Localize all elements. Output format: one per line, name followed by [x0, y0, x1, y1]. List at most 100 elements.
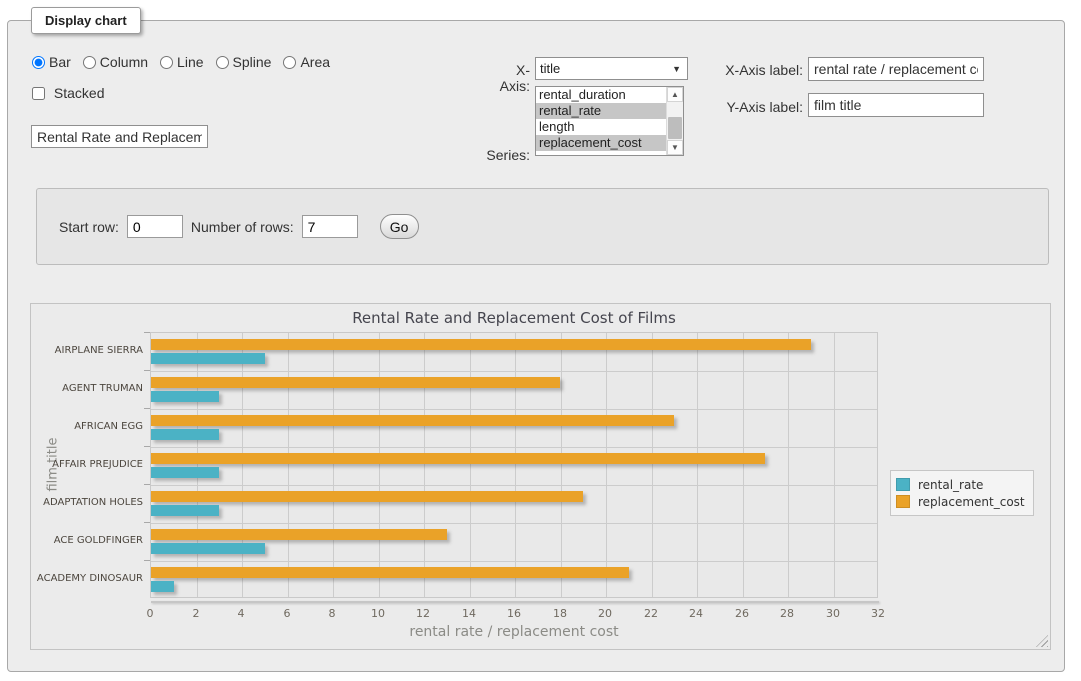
chart-type-radio-column[interactable]: Column — [83, 54, 148, 70]
x-axis-label-label: X-Axis label: — [723, 62, 803, 78]
bar-replacement-cost-3 — [151, 453, 765, 464]
gridline-vertical — [470, 333, 471, 597]
series-option-rental_duration[interactable]: rental_duration — [536, 87, 666, 103]
fieldset-legend: Display chart — [31, 7, 141, 34]
bar-rental-rate-5 — [151, 543, 265, 554]
y-tick-label: AFRICAN EGG — [35, 421, 143, 432]
bar-rental-rate-4 — [151, 505, 219, 516]
x-tick-label: 12 — [406, 607, 440, 620]
x-axis-line — [151, 601, 879, 603]
y-tick-label: AGENT TRUMAN — [35, 383, 143, 394]
x-tick-label: 16 — [497, 607, 531, 620]
bar-replacement-cost-5 — [151, 529, 447, 540]
x-tick-label: 2 — [179, 607, 213, 620]
gridline-horizontal — [151, 409, 877, 410]
x-tick-label: 10 — [361, 607, 395, 620]
x-tick-label: 26 — [725, 607, 759, 620]
scroll-down-icon[interactable]: ▼ — [667, 140, 683, 155]
x-tick-label: 20 — [588, 607, 622, 620]
gridline-vertical — [424, 333, 425, 597]
chart-x-axis-label: rental rate / replacement cost — [150, 624, 878, 640]
x-axis-select-label: X-Axis: — [488, 62, 530, 94]
scrollbar-track[interactable] — [667, 102, 683, 140]
x-tick-label: 22 — [634, 607, 668, 620]
gridline-vertical — [333, 333, 334, 597]
series-scrollbar[interactable]: ▲ ▼ — [666, 87, 683, 155]
legend-label: replacement_cost — [918, 495, 1025, 509]
x-tick-label: 24 — [679, 607, 713, 620]
go-button[interactable]: Go — [380, 214, 419, 239]
y-tick-mark — [144, 408, 150, 409]
gridline-vertical — [697, 333, 698, 597]
start-row-label: Start row: — [59, 219, 119, 235]
radio-area[interactable] — [283, 56, 296, 69]
y-tick-mark — [144, 484, 150, 485]
x-axis-select[interactable]: title ▼ — [535, 57, 688, 80]
chart-type-radio-group: Bar Column Line Spline Area — [32, 54, 338, 70]
stacked-checkbox[interactable] — [32, 87, 45, 100]
x-tick-label: 4 — [224, 607, 258, 620]
display-chart-fieldset: Display chart BarColumnLineSplineArea St… — [7, 20, 1065, 672]
gridline-vertical — [288, 333, 289, 597]
x-tick-label: 28 — [770, 607, 804, 620]
series-list-label: Series: — [466, 147, 530, 163]
chart-plot-area — [150, 332, 878, 598]
gridline-horizontal — [151, 447, 877, 448]
y-axis-label-input[interactable] — [808, 93, 984, 117]
y-tick-label: ADAPTATION HOLES — [35, 497, 143, 508]
chart-type-radio-bar[interactable]: Bar — [32, 54, 71, 70]
y-tick-mark — [144, 560, 150, 561]
chart-type-radio-area[interactable]: Area — [283, 54, 330, 70]
x-tick-label: 0 — [133, 607, 167, 620]
gridline-vertical — [606, 333, 607, 597]
chart-container: Rental Rate and Replacement Cost of Film… — [30, 303, 1051, 650]
start-row-input[interactable] — [127, 215, 183, 238]
y-tick-mark — [144, 370, 150, 371]
chart-type-radio-spline[interactable]: Spline — [216, 54, 272, 70]
scroll-up-icon[interactable]: ▲ — [667, 87, 683, 102]
x-tick-label: 18 — [543, 607, 577, 620]
resize-handle-icon[interactable] — [1036, 635, 1048, 647]
bar-rental-rate-3 — [151, 467, 219, 478]
series-option-replacement_cost[interactable]: replacement_cost — [536, 135, 666, 151]
bar-replacement-cost-6 — [151, 567, 629, 578]
y-axis-label-label: Y-Axis label: — [723, 99, 803, 115]
legend-item-rental_rate: rental_rate — [896, 476, 1025, 493]
bar-rental-rate-2 — [151, 429, 219, 440]
scrollbar-thumb[interactable] — [668, 117, 682, 139]
stacked-label[interactable]: Stacked — [54, 85, 105, 101]
radio-spline[interactable] — [216, 56, 229, 69]
x-axis-selected-value: title — [540, 61, 672, 76]
gridline-horizontal — [151, 561, 877, 562]
y-tick-mark — [144, 522, 150, 523]
series-option-rental_rate[interactable]: rental_rate — [536, 103, 666, 119]
y-tick-label: ACE GOLDFINGER — [35, 535, 143, 546]
x-tick-label: 6 — [270, 607, 304, 620]
radio-bar[interactable] — [32, 56, 45, 69]
bar-rental-rate-6 — [151, 581, 174, 592]
bar-rental-rate-0 — [151, 353, 265, 364]
gridline-horizontal — [151, 371, 877, 372]
chart-legend: rental_rate replacement_cost — [890, 470, 1034, 516]
legend-swatch-rental_rate — [896, 478, 910, 491]
gridline-vertical — [834, 333, 835, 597]
legend-label: rental_rate — [918, 478, 983, 492]
stacked-checkbox-row: Stacked — [32, 85, 104, 101]
chart-title-input[interactable] — [31, 125, 208, 148]
num-rows-input[interactable] — [302, 215, 358, 238]
radio-line[interactable] — [160, 56, 173, 69]
gridline-vertical — [561, 333, 562, 597]
gridline-vertical — [743, 333, 744, 597]
row-range-panel: Start row: Number of rows: Go — [36, 188, 1049, 265]
radio-column[interactable] — [83, 56, 96, 69]
series-option-length[interactable]: length — [536, 119, 666, 135]
series-options: rental_durationrental_ratelengthreplacem… — [536, 87, 666, 155]
series-multiselect[interactable]: rental_durationrental_ratelengthreplacem… — [535, 86, 684, 156]
x-axis-label-input[interactable] — [808, 57, 984, 81]
chevron-down-icon: ▼ — [672, 64, 683, 74]
chart-type-radio-line[interactable]: Line — [160, 54, 203, 70]
gridline-vertical — [379, 333, 380, 597]
chart-controls: BarColumnLineSplineArea Stacked X-Axis: … — [8, 21, 1064, 186]
x-tick-label: 14 — [452, 607, 486, 620]
bar-replacement-cost-2 — [151, 415, 674, 426]
